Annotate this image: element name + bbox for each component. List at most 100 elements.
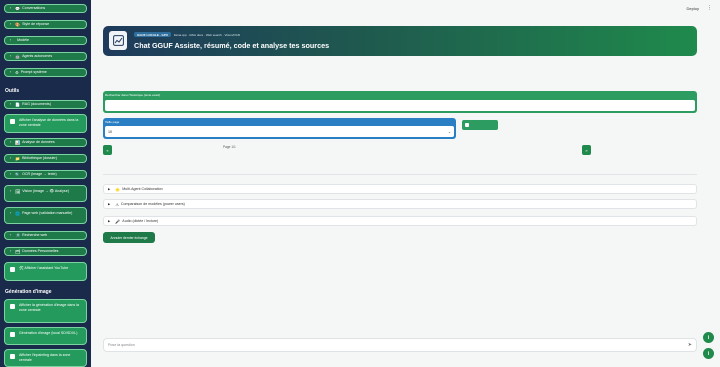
- robot-icon: 🤖: [15, 54, 21, 59]
- checkbox[interactable]: [10, 303, 15, 309]
- chevron-right-icon: ›: [10, 22, 12, 26]
- chevron-right-icon: ›: [10, 102, 12, 106]
- sidebar-item-label: Afficher l'inpainting dans la zone centr…: [19, 353, 71, 362]
- sidebar-item-label: Recherche web: [22, 233, 48, 237]
- folder-icon: 📁: [15, 156, 21, 161]
- sidebar-item-label: Conversations: [22, 6, 46, 10]
- undo-last-exchange-button[interactable]: Annuler dernier échange: [103, 232, 155, 243]
- chevron-right-icon: ›: [10, 38, 12, 42]
- chat-input-placeholder[interactable]: Pose ta question: [108, 343, 135, 347]
- gear-icon: ⚙: [15, 70, 19, 75]
- accordion-model-compare[interactable]: ▶ ⚠ Comparaison de modèles (power users): [103, 199, 697, 209]
- sidebar-item-label: Page web (validation manuelle): [22, 211, 73, 215]
- accordion-label: Audio (dictée / lecture): [122, 219, 159, 223]
- sidebar-webpage-button[interactable]: › 🌐 Page web (validation manuelle): [4, 207, 87, 224]
- page-size-select[interactable]: 10 ⌄: [105, 126, 454, 137]
- sidebar-show-data-analysis-toggle[interactable]: Afficher l'analyse de données dans la zo…: [4, 114, 87, 133]
- more-vertical-icon[interactable]: ⋮: [707, 5, 712, 11]
- chevron-right-icon: ›: [10, 54, 12, 58]
- accordion-audio[interactable]: ▶ 🎤 Audio (dictée / lecture): [103, 216, 697, 226]
- sidebar-personal-data-button[interactable]: › 🗂 Données Personnelles: [4, 247, 87, 256]
- checkbox[interactable]: [465, 123, 469, 127]
- globe-icon: 🌐: [15, 211, 21, 216]
- top-bar: Deploy ⋮: [687, 5, 712, 11]
- chevron-right-icon: ›: [10, 249, 12, 253]
- sidebar-item-label: Bibliothèque (dossier): [22, 156, 57, 160]
- microphone-icon: 🎤: [115, 218, 121, 224]
- sidebar-data-analysis-button[interactable]: › 📊 Analyse de données: [4, 138, 87, 147]
- sidebar-item-label: Afficher l'analyse de données dans la zo…: [19, 118, 79, 127]
- bar-chart-icon: 📊: [15, 140, 21, 145]
- warning-icon: ⚠: [115, 201, 119, 207]
- chevron-right-icon: ›: [10, 172, 12, 176]
- main-area: GGUF LOCALE · GPU llama.cpp · RAG docs ·…: [91, 0, 720, 367]
- image-icon: 🖼: [15, 189, 21, 194]
- chevron-right-icon: ›: [10, 211, 12, 215]
- chevron-down-icon: ⌄: [447, 129, 451, 134]
- search-icon: 🔎: [15, 233, 21, 238]
- sidebar-item-label: OCR (image → texte): [22, 172, 57, 176]
- send-icon[interactable]: ➤: [688, 342, 692, 348]
- page-size-field: Taille page 10 ⌄: [103, 118, 456, 139]
- next-page-button[interactable]: »: [582, 145, 591, 155]
- accordion-label: Multi-Agent Collaboration: [122, 187, 163, 191]
- triangle-right-icon: ▶: [108, 202, 111, 206]
- page-size-label: Taille page: [105, 120, 120, 124]
- palette-icon: 🎨: [15, 22, 21, 27]
- checkbox[interactable]: [10, 331, 15, 337]
- sidebar-item-label: Prompt système: [20, 70, 47, 74]
- sidebar-item-label: Afficher la génération d'image dans la z…: [19, 303, 79, 312]
- history-filter-toggle[interactable]: [462, 120, 498, 130]
- accordion-label: Comparaison de modèles (power users): [120, 202, 185, 206]
- sidebar-rag-button[interactable]: › 📄 RAG (documents): [4, 100, 87, 109]
- sidebar-inpainting-toggle[interactable]: Afficher l'inpainting dans la zone centr…: [4, 349, 87, 367]
- sidebar-item-label: Génération d'image (local SD/SDXL): [19, 331, 78, 335]
- page-info: Page 1/1: [223, 145, 236, 149]
- sidebar-style-button[interactable]: › 🎨 Style de réponse: [4, 20, 87, 29]
- hero-tag: GGUF LOCALE · GPU llama.cpp · RAG docs ·…: [134, 32, 240, 37]
- sidebar-youtube-toggle[interactable]: 🛠 Afficher l'assistant YouTube: [4, 262, 87, 281]
- chevron-right-icon: ›: [10, 140, 12, 144]
- sidebar-conversations-button[interactable]: › 💬 Conversations: [4, 4, 87, 13]
- info-fab-button[interactable]: i: [703, 332, 714, 343]
- prev-page-button[interactable]: «: [103, 145, 112, 155]
- star-icon: 🌟: [115, 186, 121, 192]
- card-index-icon: 🗂: [15, 249, 21, 254]
- page-title: Chat GGUF Assiste, résumé, code et analy…: [134, 41, 330, 50]
- tools-heading: Outils: [5, 88, 20, 94]
- hero-banner: GGUF LOCALE · GPU llama.cpp · RAG docs ·…: [103, 26, 697, 56]
- checkbox[interactable]: [10, 266, 15, 272]
- sidebar-image-gen-toggle[interactable]: Génération d'image (local SD/SDXL): [4, 327, 87, 345]
- sidebar-web-search-button[interactable]: › 🔎 Recherche web: [4, 231, 87, 240]
- triangle-right-icon: ▶: [108, 219, 111, 223]
- divider: [103, 174, 697, 175]
- sidebar-item-label: Vision (image → 👁 Analyse): [22, 189, 69, 193]
- deploy-button[interactable]: Deploy: [687, 6, 699, 11]
- sidebar: › 💬 Conversations › 🎨 Style de réponse ›…: [0, 0, 91, 367]
- sidebar-item-label: Modèle: [17, 38, 29, 42]
- chevron-right-icon: ›: [10, 233, 12, 237]
- sidebar-item-label: RAG (documents): [22, 102, 51, 106]
- accordion-multi-agent[interactable]: ▶ 🌟 Multi-Agent Collaboration: [103, 184, 697, 194]
- checkbox[interactable]: [10, 118, 15, 124]
- history-search-label: Rechercher dans l'historique (texte exac…: [105, 93, 161, 97]
- info-fab-button-2[interactable]: i: [703, 348, 714, 359]
- document-icon: 📄: [15, 102, 21, 107]
- sidebar-library-button[interactable]: › 📁 Bibliothèque (dossier): [4, 154, 87, 163]
- page-size-value: 10: [108, 129, 112, 134]
- chart-logo-icon: [109, 31, 127, 50]
- chevron-right-icon: ›: [10, 156, 12, 160]
- sidebar-agents-button[interactable]: › 🤖 Agents autonomes: [4, 52, 87, 61]
- chat-icon: 💬: [15, 6, 21, 11]
- sidebar-model-button[interactable]: › Modèle: [4, 36, 87, 45]
- sidebar-show-image-gen-toggle[interactable]: Afficher la génération d'image dans la z…: [4, 299, 87, 323]
- sidebar-vision-button[interactable]: › 🖼 Vision (image → 👁 Analyse): [4, 185, 87, 202]
- sidebar-ocr-button[interactable]: › 🔍 OCR (image → texte): [4, 170, 87, 179]
- sidebar-system-prompt-button[interactable]: › ⚙ Prompt système: [4, 68, 87, 77]
- checkbox[interactable]: [10, 353, 15, 359]
- sidebar-item-label: Données Personnelles: [22, 249, 59, 253]
- sidebar-item-label: Agents autonomes: [22, 54, 53, 58]
- sidebar-item-label: Style de réponse: [22, 22, 50, 26]
- chat-input-bar[interactable]: Pose ta question ➤: [103, 338, 697, 352]
- history-search-input[interactable]: [105, 100, 695, 111]
